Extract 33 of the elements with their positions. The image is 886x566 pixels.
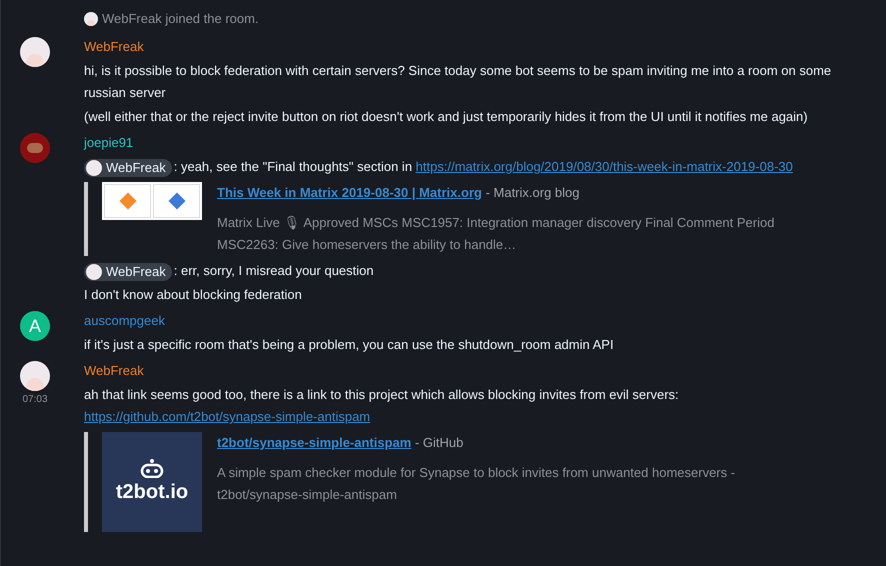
message-text: : yeah, see the "Final thoughts" section in: [174, 159, 414, 174]
avatar[interactable]: [20, 361, 50, 391]
user-pill[interactable]: WebFreak: [84, 158, 172, 177]
robot-icon: [140, 458, 164, 478]
timestamp: 07:03: [22, 393, 48, 407]
user-name: WebFreak: [106, 158, 166, 177]
message-text: : err, sorry, I misread your question: [174, 263, 374, 278]
preview-description: A simple spam checker module for Synapse to block invites from unwanted homeservers - t2bot/synapse-simple-antispam: [217, 464, 736, 504]
user-name: WebFreak: [106, 262, 166, 281]
preview-title-link[interactable]: t2bot/synapse-simple-antispam: [217, 435, 412, 450]
message-text: hi, is it possible to block federation with certain servers? Since today some bot seems to be spam inviting me into a room on some russian server: [84, 63, 832, 100]
avatar[interactable]: [84, 12, 98, 26]
avatar[interactable]: A: [20, 311, 50, 341]
sender-name[interactable]: auscompgeek: [84, 310, 856, 332]
logo-text: t2bot.io: [116, 480, 188, 505]
link[interactable]: https://github.com/t2bot/synapse-simple-antispam: [84, 409, 370, 424]
sender-name[interactable]: WebFreak: [84, 360, 856, 382]
membership-event: WebFreak joined the room.: [102, 10, 259, 28]
avatar: [86, 160, 102, 176]
sender-name[interactable]: WebFreak: [84, 36, 856, 58]
preview-title-link[interactable]: This Week in Matrix 2019-08-30 | Matrix.org: [217, 185, 482, 200]
message-text: ah that link seems good too, there is a link to this project which allows blocking invites from evil servers:: [84, 387, 679, 402]
preview-site-name: - GitHub: [414, 435, 464, 450]
avatar[interactable]: [20, 37, 50, 67]
preview-description: Matrix Live 🎙 Approved MSCs MSC1957: Integration manager discovery Final Comment Period MSC2263: Give homeservers the ability to handle…: [217, 214, 776, 254]
link[interactable]: https://matrix.org/blog/2019/08/30/this-week-in-matrix-2019-08-30: [416, 159, 793, 174]
avatar: [86, 264, 102, 280]
preview-site-name: - Matrix.org blog: [484, 185, 580, 200]
user-pill[interactable]: WebFreak: [84, 262, 172, 281]
message-text: I don't know about blocking federation: [84, 287, 302, 302]
sender-name[interactable]: joepie91: [84, 132, 856, 154]
message-text: if it's just a specific room that's being a problem, you can use the shutdown_room admin API: [84, 337, 614, 352]
message-text: (well either that or the reject invite button on riot doesn't work and just temporarily hides it from the UI until it notifies me again): [84, 109, 808, 124]
